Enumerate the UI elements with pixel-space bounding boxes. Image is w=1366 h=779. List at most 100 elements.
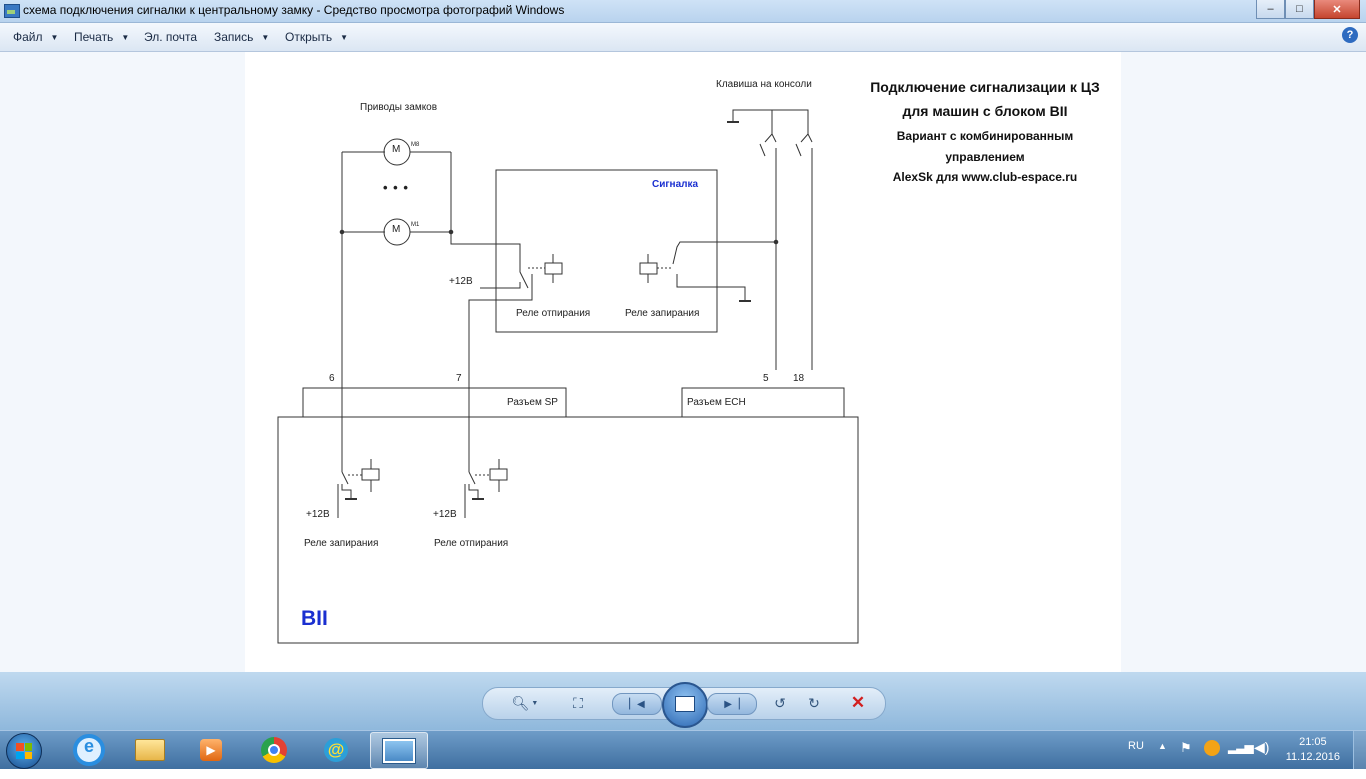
diagram-title-line1: Подключение сигнализации к ЦЗ bbox=[870, 79, 1100, 95]
slideshow-button[interactable] bbox=[662, 682, 708, 728]
menu-print[interactable]: Печать ▼ bbox=[74, 30, 129, 44]
taskbar-media-player[interactable]: ▶ bbox=[183, 732, 239, 767]
menu-email[interactable]: Эл. почта bbox=[144, 30, 197, 44]
lock-drives-label: Приводы замков bbox=[360, 102, 438, 113]
junction-dot bbox=[339, 229, 345, 235]
fit-window-icon[interactable]: ⛶ bbox=[568, 694, 588, 712]
mail-agent-icon: @ bbox=[324, 737, 348, 762]
plus12v-label: +12В bbox=[433, 509, 457, 520]
alarm-label: Сигналка bbox=[652, 179, 699, 190]
plus12v-label: +12В bbox=[449, 276, 473, 287]
start-button[interactable] bbox=[6, 733, 42, 769]
close-button[interactable]: ✕ bbox=[1314, 0, 1360, 19]
image-viewer-area: Приводы замков M M8 • • • M M1 Клавиша н… bbox=[0, 52, 1366, 672]
windows-logo-icon bbox=[16, 743, 32, 759]
relay-lock-label: Реле запирания bbox=[625, 308, 700, 319]
previous-button[interactable]: ▏◀ bbox=[612, 693, 662, 715]
chevron-down-icon: ▼ bbox=[121, 33, 130, 42]
rotate-counterclockwise-icon[interactable]: ↺ bbox=[770, 694, 790, 712]
bii-block bbox=[277, 416, 859, 644]
pin-7-label: 7 bbox=[456, 373, 462, 384]
motor-label: M bbox=[392, 144, 401, 155]
pin-5-label: 5 bbox=[763, 373, 769, 384]
wire bbox=[480, 282, 521, 289]
switch-contact bbox=[764, 133, 777, 143]
relay-unlock-coil bbox=[544, 262, 563, 275]
menu-bar: Файл ▼ Печать ▼ Эл. почта Запись ▼ Открыть ▼… bbox=[0, 23, 1366, 52]
menu-open[interactable]: Открыть ▼ bbox=[285, 30, 348, 44]
connector-sp-label: Разъем SP bbox=[507, 397, 558, 408]
clock-time: 21:05 bbox=[1299, 736, 1327, 748]
menu-burn-label: Запись bbox=[214, 30, 254, 44]
block-bii-label: BII bbox=[301, 607, 328, 630]
motor-m1-label: M1 bbox=[411, 222, 420, 228]
ellipsis-label: • • • bbox=[383, 180, 409, 195]
wire bbox=[468, 274, 533, 457]
show-hidden-icons-icon[interactable]: ▲ bbox=[1158, 741, 1167, 779]
window-title: схема подключения сигналки к центральном… bbox=[23, 3, 565, 17]
variant-line1: Вариант с комбинированным bbox=[896, 129, 1074, 143]
taskbar: e ▶ @ RU ▲ ⚑ ▂▃▅ ◀) 21:05 11.12.2016 bbox=[0, 730, 1366, 769]
title-bar: схема подключения сигналки к центральном… bbox=[0, 0, 1366, 23]
variant-line2: управлением bbox=[945, 150, 1025, 164]
menu-print-label: Печать bbox=[74, 30, 114, 44]
menu-open-label: Открыть bbox=[285, 30, 333, 44]
next-icon: ▶▕ bbox=[724, 698, 740, 710]
console-key-label: Клавиша на консоли bbox=[716, 79, 812, 90]
show-desktop-button[interactable] bbox=[1353, 731, 1366, 769]
delete-icon[interactable]: ✕ bbox=[848, 693, 868, 712]
tray-app-icon[interactable] bbox=[1204, 740, 1220, 756]
relay-unlock-bii-coil bbox=[489, 468, 508, 481]
chevron-down-icon: ▼ bbox=[50, 33, 59, 42]
bii-relay-lock-label: Реле запирания bbox=[304, 538, 379, 549]
taskbar-explorer[interactable] bbox=[122, 732, 178, 767]
relay-lock-bii-coil bbox=[361, 468, 380, 481]
switch-contact bbox=[759, 143, 766, 157]
viewer-controls-bar: 🔍︎ ▼ ⛶ ▏◀ ▶▕ ↺ ↻ ✕ bbox=[0, 672, 1366, 730]
pin-6-label: 6 bbox=[329, 373, 335, 384]
relay-lock-coil bbox=[639, 262, 658, 275]
switch-contact bbox=[341, 471, 349, 485]
menu-file-label: Файл bbox=[13, 30, 43, 44]
switch-contact bbox=[468, 471, 476, 485]
switch-contact bbox=[800, 133, 813, 143]
wire bbox=[341, 484, 352, 498]
wire bbox=[676, 274, 746, 300]
volume-icon[interactable]: ◀) bbox=[1254, 739, 1269, 777]
help-icon[interactable]: ? bbox=[1342, 27, 1358, 43]
motor-m8-label: M8 bbox=[411, 142, 420, 148]
chrome-icon bbox=[261, 736, 287, 763]
window-controls: – □ ✕ bbox=[1256, 0, 1360, 19]
bii-relay-unlock-label: Реле отпирания bbox=[434, 538, 509, 549]
taskbar-chrome[interactable] bbox=[246, 732, 302, 767]
photo-viewer-app-icon bbox=[4, 4, 20, 18]
author-credit: AlexSk для www.club-espace.ru bbox=[892, 170, 1078, 184]
menu-burn[interactable]: Запись ▼ bbox=[214, 30, 269, 44]
language-indicator[interactable]: RU bbox=[1128, 740, 1144, 778]
wiring-diagram bbox=[277, 109, 859, 644]
maximize-button[interactable]: □ bbox=[1285, 0, 1314, 19]
clock-date: 11.12.2016 bbox=[1285, 751, 1340, 763]
zoom-icon[interactable]: 🔍︎ ▼ bbox=[510, 694, 540, 712]
taskbar-photo-viewer[interactable] bbox=[370, 732, 428, 769]
next-button[interactable]: ▶▕ bbox=[707, 693, 757, 715]
wire bbox=[468, 484, 479, 498]
minimize-button[interactable]: – bbox=[1256, 0, 1285, 19]
rotate-clockwise-icon[interactable]: ↻ bbox=[804, 694, 824, 712]
switch-contact bbox=[795, 143, 802, 157]
menu-file[interactable]: Файл ▼ bbox=[13, 30, 58, 44]
wire bbox=[772, 109, 809, 134]
folder-icon bbox=[135, 738, 165, 761]
network-signal-icon[interactable]: ▂▃▅ bbox=[1228, 740, 1254, 778]
connector-ech-label: Разъем ECH bbox=[687, 397, 746, 408]
wiring-diagram-image: Приводы замков M M8 • • • M M1 Клавиша н… bbox=[245, 52, 1121, 672]
taskbar-mail-agent[interactable]: @ bbox=[308, 732, 364, 767]
action-center-flag-icon[interactable]: ⚑ bbox=[1180, 740, 1192, 778]
pin-18-label: 18 bbox=[793, 373, 805, 384]
chevron-down-icon: ▼ bbox=[261, 33, 270, 42]
taskbar-internet-explorer[interactable]: e bbox=[61, 732, 117, 767]
slideshow-icon bbox=[675, 696, 695, 712]
media-player-icon: ▶ bbox=[200, 738, 222, 761]
menu-email-label: Эл. почта bbox=[144, 30, 198, 44]
clock[interactable]: 21:05 11.12.2016 bbox=[1286, 735, 1340, 765]
